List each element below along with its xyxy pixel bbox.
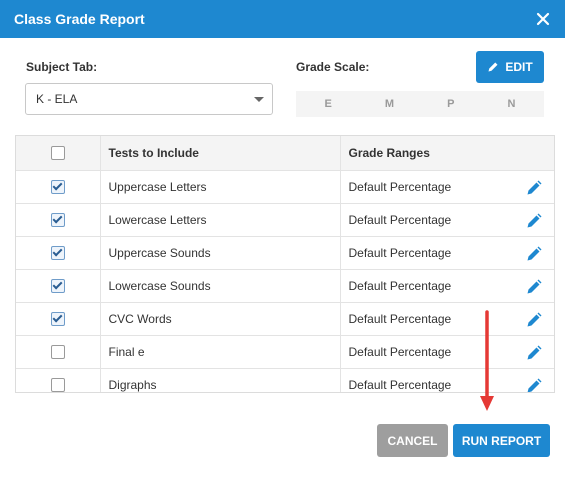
pencil-icon[interactable] — [526, 279, 542, 295]
table-row: Uppercase Letters Default Percentage — [16, 170, 554, 204]
row-checkbox[interactable] — [50, 245, 65, 260]
row-checkbox-cell — [16, 236, 101, 270]
pencil-icon[interactable] — [526, 345, 542, 361]
pencil-icon[interactable] — [526, 378, 542, 394]
cancel-button[interactable]: CANCEL — [377, 424, 448, 457]
table-row: Final e Default Percentage — [16, 335, 554, 369]
tests-column-header: Tests to Include — [100, 136, 341, 171]
grade-range-cell: Default Percentage — [340, 368, 554, 394]
pencil-icon[interactable] — [526, 246, 542, 262]
test-name: Lowercase Sounds — [100, 269, 341, 303]
select-all-checkbox[interactable] — [50, 146, 65, 161]
pencil-icon[interactable] — [526, 213, 542, 229]
grade-level-m: M — [384, 98, 395, 110]
select-all-cell — [16, 136, 101, 171]
test-name: CVC Words — [100, 302, 341, 336]
row-checkbox[interactable] — [50, 278, 65, 293]
grade-level-p: P — [447, 98, 455, 110]
row-checkbox-cell — [16, 203, 101, 237]
dialog-title: Class Grade Report — [14, 11, 145, 27]
grade-range-cell: Default Percentage — [340, 335, 554, 369]
test-name: Final e — [100, 335, 341, 369]
row-checkbox[interactable] — [50, 344, 65, 359]
subject-tab-value: K - ELA — [36, 92, 78, 106]
row-checkbox[interactable] — [50, 179, 65, 194]
grade-range-value: Default Percentage — [348, 377, 452, 392]
run-report-button[interactable]: RUN REPORT — [453, 424, 550, 457]
row-checkbox[interactable] — [50, 377, 65, 392]
row-checkbox-cell — [16, 170, 101, 204]
row-checkbox-cell — [16, 335, 101, 369]
pencil-icon[interactable] — [526, 312, 542, 328]
row-checkbox-cell — [16, 269, 101, 303]
grade-range-value: Default Percentage — [348, 212, 452, 227]
grade-range-cell: Default Percentage — [340, 236, 554, 270]
test-name: Uppercase Sounds — [100, 236, 341, 270]
edit-grade-scale-button[interactable]: EDIT — [476, 51, 544, 83]
row-checkbox[interactable] — [50, 212, 65, 227]
grade-range-cell: Default Percentage — [340, 170, 554, 204]
row-checkbox-cell — [16, 368, 101, 392]
row-checkbox[interactable] — [50, 311, 65, 326]
table-header-row: Tests to Include Grade Ranges — [16, 136, 554, 171]
table-row: CVC Words Default Percentage — [16, 302, 554, 336]
grade-range-cell: Default Percentage — [340, 302, 554, 336]
subject-tab-label: Subject Tab: — [26, 60, 98, 74]
row-checkbox-cell — [16, 302, 101, 336]
grade-range-value: Default Percentage — [348, 245, 452, 260]
grade-scale-levels: EMPN — [296, 91, 544, 117]
grade-level-e: E — [324, 98, 332, 110]
grade-range-cell: Default Percentage — [340, 203, 554, 237]
subject-tab-select[interactable]: K - ELA — [25, 83, 273, 115]
red-arrow-annotation — [480, 310, 494, 411]
table-row: Digraphs Default Percentage — [16, 368, 554, 394]
test-name: Lowercase Letters — [100, 203, 341, 237]
tests-table: Tests to Include Grade Ranges Uppercase … — [15, 135, 555, 393]
grade-range-cell: Default Percentage — [340, 269, 554, 303]
table-row: Lowercase Letters Default Percentage — [16, 203, 554, 237]
close-icon[interactable] — [533, 9, 553, 29]
table-row: Lowercase Sounds Default Percentage — [16, 269, 554, 303]
grade-range-value: Default Percentage — [348, 311, 452, 326]
grade-scale-label: Grade Scale: — [296, 60, 370, 74]
pencil-icon[interactable] — [526, 180, 542, 196]
pencil-icon — [488, 62, 498, 72]
grade-range-value: Default Percentage — [348, 278, 452, 293]
dialog-titlebar: Class Grade Report — [0, 0, 565, 38]
ranges-column-header: Grade Ranges — [340, 136, 554, 171]
test-name: Uppercase Letters — [100, 170, 341, 204]
grade-range-value: Default Percentage — [348, 179, 452, 194]
edit-button-label: EDIT — [505, 60, 533, 74]
chevron-down-icon — [254, 97, 264, 102]
grade-range-value: Default Percentage — [348, 344, 452, 359]
test-name: Digraphs — [100, 368, 341, 392]
table-row: Uppercase Sounds Default Percentage — [16, 236, 554, 270]
grade-level-n: N — [507, 98, 516, 110]
